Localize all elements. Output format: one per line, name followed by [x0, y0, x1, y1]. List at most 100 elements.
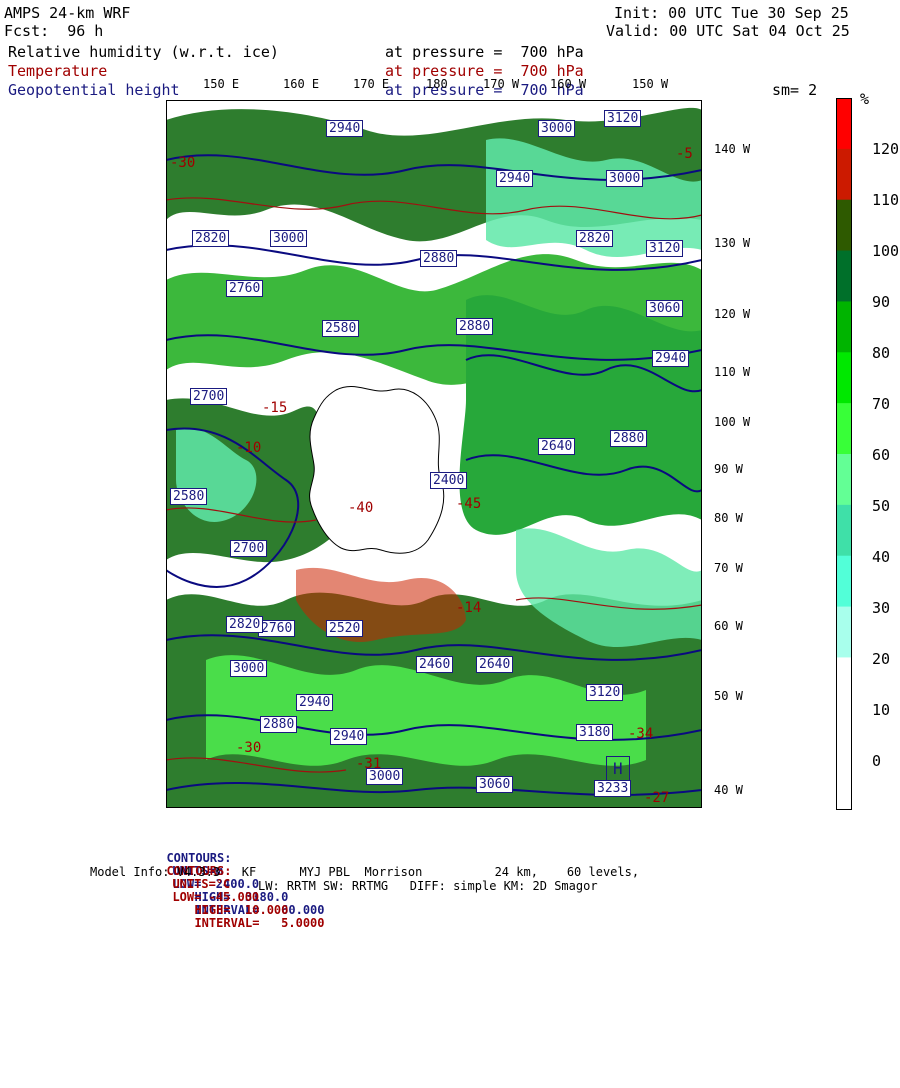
height-label: 3000: [230, 660, 268, 677]
colorbar-tick: 70: [872, 395, 891, 413]
smoothing-label: sm= 2: [772, 81, 818, 99]
height-label: 2640: [476, 656, 514, 673]
height-label: 2940: [496, 170, 534, 187]
colorbar-tick: 30: [872, 599, 891, 617]
height-label: 3000: [270, 230, 308, 247]
colorbar-swatch: [836, 148, 852, 201]
colorbar-swatch: [836, 504, 852, 557]
height-label: 2880: [610, 430, 648, 447]
field-name-height: Geopotential height: [8, 81, 180, 99]
init-time: Init: 00 UTC Tue 30 Sep 25: [614, 4, 849, 22]
height-label: 3233: [594, 780, 632, 797]
contour-high: HIGH= 10.000: [194, 903, 289, 917]
lon-label-right: 40 W: [714, 783, 743, 797]
temp-label: -14: [456, 600, 482, 616]
colorbar-tick: 100: [872, 242, 900, 260]
temp-label: -34: [628, 726, 654, 742]
valid-time: Valid: 00 UTC Sat 04 Oct 25: [606, 22, 850, 40]
lon-label: 160 W: [550, 77, 587, 91]
temp-label: -10: [236, 440, 262, 456]
colorbar-tick: 60: [872, 446, 891, 464]
height-label: 3000: [538, 120, 576, 137]
model-info-2: LW: RRTM SW: RRTMG DIFF: simple KM: 2D S…: [258, 879, 598, 893]
height-label: 2700: [190, 388, 228, 405]
height-label: 3120: [604, 110, 642, 127]
height-label: 3120: [646, 240, 684, 257]
lon-label-right: 50 W: [714, 689, 743, 703]
height-label: 2700: [230, 540, 268, 557]
height-label: 2400: [430, 472, 468, 489]
temp-label: -30: [236, 740, 262, 756]
lon-label-right: 120 W: [714, 307, 751, 321]
height-label: 2520: [326, 620, 364, 637]
colorbar-swatch: [836, 403, 852, 455]
temp-label: -40: [348, 500, 374, 516]
colorbar-swatch: [836, 606, 852, 658]
height-label: 3180: [576, 724, 614, 741]
lon-label-right: 70 W: [714, 561, 743, 575]
height-label: 2580: [170, 488, 208, 505]
height-label: 2940: [330, 728, 368, 745]
height-label: 2880: [456, 318, 494, 335]
height-label: 2940: [652, 350, 690, 367]
colorbar-tick: 110: [872, 191, 900, 209]
lon-label-right: 130 W: [714, 236, 751, 250]
height-label: 3120: [586, 684, 624, 701]
height-label: 2880: [420, 250, 458, 267]
lon-label: 170 W: [483, 77, 520, 91]
colorbar-swatch: [836, 708, 852, 760]
colorbar-tick: 80: [872, 344, 891, 362]
colorbar-tick: 120: [872, 140, 900, 158]
colorbar-swatch: [836, 454, 852, 506]
height-label-layer: 2940 3000 3120 2820 2940 3000 3120 3000 …: [166, 100, 702, 808]
high-pressure-marker: H: [606, 756, 630, 781]
temp-label: -30: [170, 155, 196, 171]
lon-label-right: 90 W: [714, 462, 743, 476]
lon-label-right: 140 W: [714, 142, 751, 156]
temp-label: -45: [456, 496, 482, 512]
height-label: 3060: [646, 300, 684, 317]
lon-label: 170 E: [353, 77, 390, 91]
colorbar-unit: %: [860, 90, 870, 108]
colorbar-tick: 20: [872, 650, 891, 668]
height-label: 2820: [226, 616, 264, 633]
colorbar-swatch: [836, 250, 852, 302]
model-info: Model Info: V4.3.3 KF MYJ PBL Morrison 2…: [90, 865, 640, 879]
height-label: 3000: [606, 170, 644, 187]
contour-low: LOW= -45.000: [172, 890, 260, 904]
height-label: 2940: [326, 120, 364, 137]
height-label: 2580: [322, 320, 360, 337]
lon-label: 180: [426, 77, 448, 91]
temp-label: -15: [262, 400, 288, 416]
colorbar-swatch: [836, 657, 852, 709]
contour-units: UNITS=°C: [172, 877, 231, 891]
colorbar-tick: 40: [872, 548, 891, 566]
colorbar-tick: 0: [872, 752, 882, 770]
colorbar-tick: 50: [872, 497, 891, 515]
colorbar: [836, 98, 852, 810]
colorbar-swatch: [836, 301, 852, 353]
lon-label: 160 E: [283, 77, 320, 91]
height-label: 2820: [192, 230, 230, 247]
height-label: 3060: [476, 776, 514, 793]
height-label: 2880: [260, 716, 298, 733]
colorbar-swatch: [836, 759, 852, 810]
colorbar-swatch: [836, 199, 852, 252]
temp-label: -5: [676, 146, 693, 162]
lon-label: 150 W: [632, 77, 669, 91]
height-label: 2760: [258, 620, 296, 637]
colorbar-tick: 90: [872, 293, 891, 311]
colorbar-tick: 10: [872, 701, 891, 719]
height-label: 2760: [226, 280, 264, 297]
height-label: 2940: [296, 694, 334, 711]
lon-label-right: 100 W: [714, 415, 751, 429]
lon-label-right: 80 W: [714, 511, 743, 525]
colorbar-swatch: [836, 352, 852, 404]
lon-label: 150 E: [203, 77, 240, 91]
colorbar-swatch: [836, 98, 852, 150]
field-name-temp: Temperature: [8, 62, 108, 80]
height-label: 2640: [538, 438, 576, 455]
contour-interval: INTERVAL= 5.0000: [194, 916, 325, 930]
lon-label-right: 110 W: [714, 365, 751, 379]
height-label: 2820: [576, 230, 614, 247]
